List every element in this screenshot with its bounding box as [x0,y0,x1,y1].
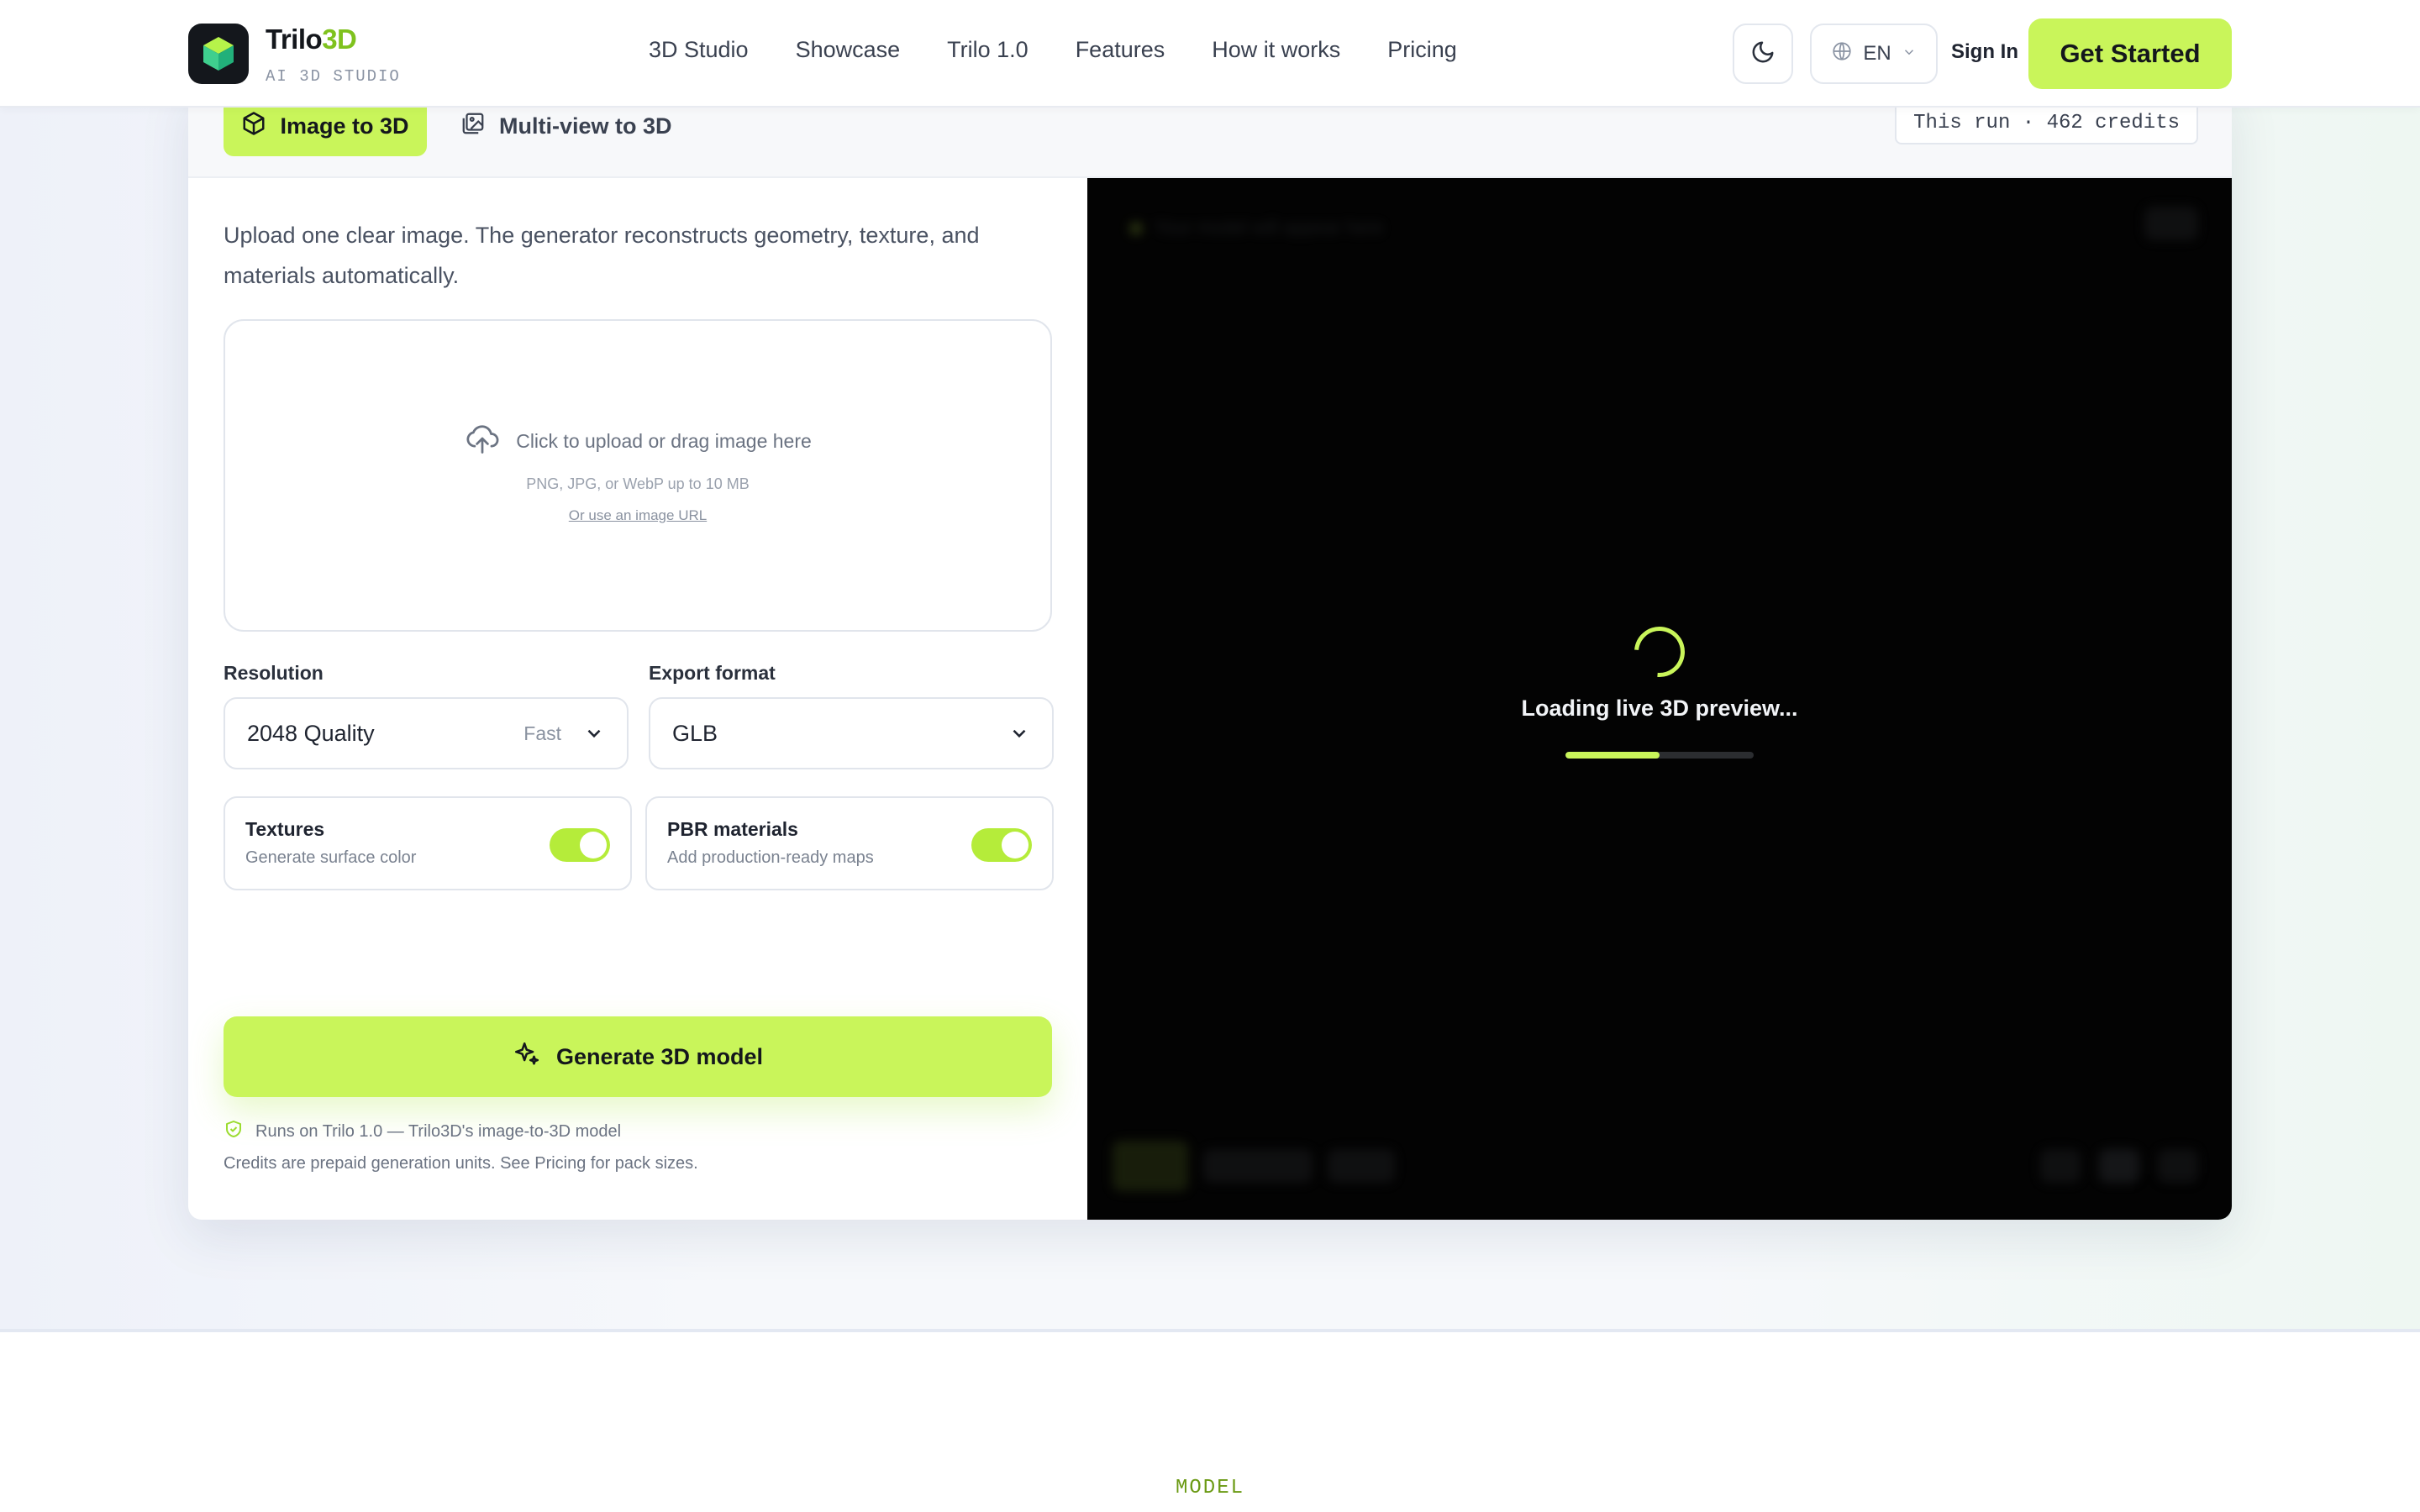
model-info-note: Runs on Trilo 1.0 — Trilo3D's image-to-3… [224,1119,621,1144]
loading-spinner-icon [1623,616,1696,688]
images-icon [460,111,486,142]
textures-description: Generate surface color [245,848,417,867]
image-url-link[interactable]: Or use an image URL [225,507,1050,524]
studio-card: Image to 3D Multi-view to 3D This run · … [188,84,2232,1220]
textures-title: Textures [245,818,325,840]
pbr-materials-option: PBR materials Add production-ready maps [645,796,1054,890]
dropzone-main: Click to upload or drag image here [225,420,1050,462]
resolution-speed-hint: Fast [523,722,561,744]
export-format-select[interactable]: GLB [649,697,1054,769]
logo-cube-icon[interactable] [188,24,249,84]
shield-check-icon [224,1119,244,1144]
nav-trilo-1-0[interactable]: Trilo 1.0 [947,37,1028,63]
loading-progress-fill [1565,752,1660,759]
globe-icon [1831,40,1853,68]
export-format-value: GLB [672,720,718,746]
sign-in-link[interactable]: Sign In [1951,40,2018,64]
moon-icon [1750,39,1776,69]
tab-label: Image to 3D [280,113,409,139]
nav-features[interactable]: Features [1076,37,1165,63]
brand-name[interactable]: Trilo3D [266,24,357,55]
nav-how-it-works[interactable]: How it works [1212,37,1340,63]
get-started-button[interactable]: Get Started [2028,18,2232,89]
model-section: MODEL [0,1329,2420,1512]
export-format-label: Export format [649,662,776,684]
top-navbar: Trilo3D AI 3D STUDIO 3D Studio Showcase … [0,0,2420,108]
resolution-label: Resolution [224,662,324,684]
textures-toggle[interactable] [550,828,610,862]
chevron-down-icon [1008,722,1030,744]
3d-preview-viewer[interactable]: Your model will appear here Loading live… [1087,178,2232,1220]
resolution-select[interactable]: 2048 Quality Fast [224,697,629,769]
textures-option: Textures Generate surface color [224,796,632,890]
generate-label: Generate 3D model [555,1043,764,1069]
loading-indicator: Loading live 3D preview... [1087,616,2232,759]
loading-progress-bar [1565,752,1754,759]
nav-3d-studio[interactable]: 3D Studio [649,37,749,63]
theme-toggle-button[interactable] [1733,24,1793,84]
loading-text: Loading live 3D preview... [1521,696,1798,721]
pbr-materials-title: PBR materials [667,818,798,840]
image-upload-dropzone[interactable]: Click to upload or drag image here PNG, … [224,319,1052,632]
dropzone-file-types: PNG, JPG, or WebP up to 10 MB [526,475,750,492]
chevron-down-icon [583,722,605,744]
generate-3d-model-button[interactable]: Generate 3D model [224,1016,1052,1097]
tab-label: Multi-view to 3D [499,113,672,139]
language-selector[interactable]: EN [1810,24,1938,84]
cube-icon [241,111,266,142]
main-nav: 3D Studio Showcase Trilo 1.0 Features Ho… [649,37,1457,63]
upload-instructions: Upload one clear image. The generator re… [224,223,980,288]
resolution-value: 2048 Quality [247,720,375,746]
pbr-materials-toggle[interactable] [971,828,1032,862]
section-eyebrow: MODEL [1175,1477,1244,1499]
upload-cloud-icon [464,420,501,462]
nav-pricing[interactable]: Pricing [1387,37,1457,63]
dropzone-label: Click to upload or drag image here [516,429,812,452]
model-info-text: Runs on Trilo 1.0 — Trilo3D's image-to-3… [255,1121,622,1141]
credits-note: Credits are prepaid generation units. Se… [224,1154,698,1173]
pbr-materials-description: Add production-ready maps [667,848,874,867]
language-label: EN [1863,42,1891,65]
brand-tagline: AI 3D STUDIO [266,67,401,86]
chevron-down-icon [1902,42,1917,66]
nav-showcase[interactable]: Showcase [796,37,901,63]
sparkles-icon [513,1040,541,1074]
